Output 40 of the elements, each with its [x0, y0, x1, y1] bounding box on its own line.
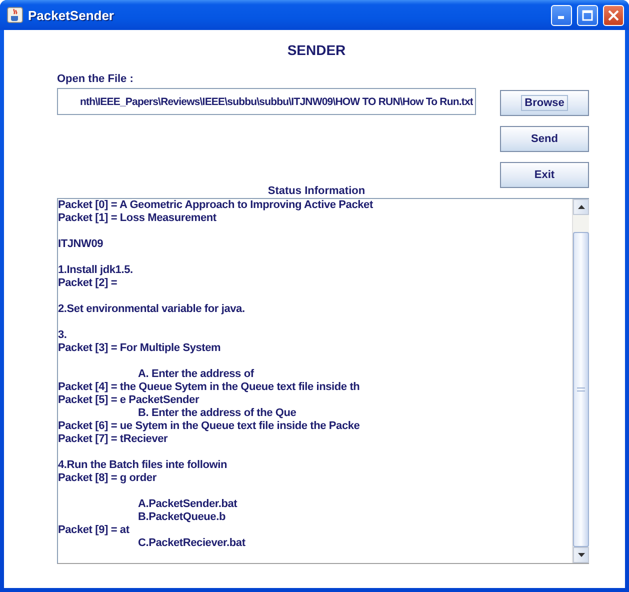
window-title: PacketSender	[28, 8, 115, 22]
scroll-up-button[interactable]	[573, 199, 589, 215]
up-arrow-icon	[578, 205, 584, 209]
push-button[interactable]: Exit	[500, 162, 589, 188]
status-line: Packet [2] =	[58, 277, 118, 289]
status-line: ITJNW09	[58, 238, 104, 250]
scroll-down-button[interactable]	[573, 547, 589, 563]
status-line: Packet [8] = g order	[58, 472, 156, 484]
down-arrow-icon	[578, 553, 584, 557]
status-line: B. Enter the address of the Que	[138, 407, 296, 419]
status-line: 1.Install jdk1.5.	[58, 264, 133, 276]
status-line: Packet [0] = A Geometric Approach to Improving Active Packet	[58, 199, 373, 211]
maximize-icon	[582, 10, 593, 20]
status-line: 3.	[58, 329, 67, 341]
status-line: Packet [4] = the Queue Sytem in the Queue text file inside th	[58, 381, 360, 393]
status-line: Packet [9] = at	[58, 524, 130, 536]
maximize-button[interactable]	[577, 4, 598, 26]
scroll-thumb[interactable]	[573, 232, 589, 547]
file-label: Open the File :	[57, 73, 134, 85]
vertical-scrollbar[interactable]	[572, 199, 589, 563]
status-line: C.PacketReciever.bat	[138, 537, 246, 549]
push-button[interactable]: Send	[500, 126, 589, 152]
file-path-field[interactable]: nth\IEEE_Papers\Reviews\IEEE\subbu\subbu\ITJNW09\HOW TO RUN\How To Run.txt	[57, 88, 476, 115]
close-icon	[608, 10, 619, 20]
status-line: Packet [5] = e PacketSender	[58, 394, 200, 406]
close-button[interactable]	[603, 4, 624, 26]
status-title: Status Information	[266, 185, 366, 197]
push-button[interactable]: Browse	[500, 90, 589, 116]
status-line: B.PacketQueue.b	[138, 511, 226, 523]
status-line: Packet [3] = For Multiple System	[58, 342, 221, 354]
status-line: Packet [1] = Loss Measurement	[58, 212, 216, 224]
status-line: 2.Set environmental variable for java.	[58, 303, 245, 315]
minimize-button[interactable]	[551, 4, 572, 26]
status-line: 4.Run the Batch files inte followin	[58, 459, 228, 471]
heading: SENDER	[286, 42, 347, 58]
status-line: A. Enter the address of	[138, 368, 254, 380]
status-line: Packet [7] = tReciever	[58, 433, 168, 445]
status-line: Packet [6] = ue Sytem in the Queue text file inside the Packe	[58, 420, 360, 432]
coffee-cup-icon	[7, 7, 23, 23]
status-line: A.PacketSender.bat	[138, 498, 238, 510]
